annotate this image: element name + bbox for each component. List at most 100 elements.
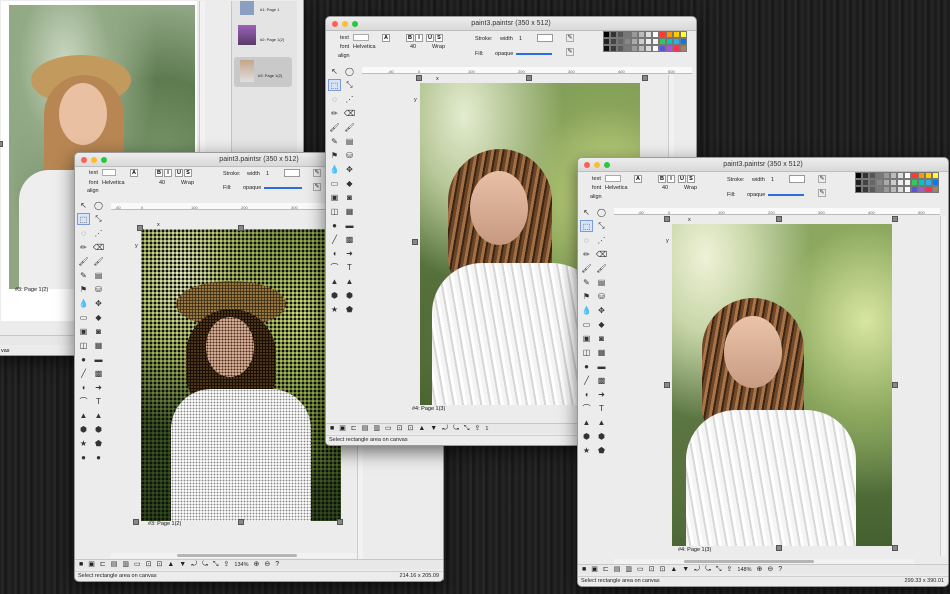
palette-swatch[interactable] xyxy=(631,45,638,52)
table-icon[interactable]: ▤ xyxy=(111,561,118,568)
minimize-button[interactable] xyxy=(91,157,97,163)
brush-icon[interactable]: 🖌 xyxy=(580,262,593,274)
palette-swatch[interactable] xyxy=(603,45,610,52)
palette-swatch[interactable] xyxy=(904,172,911,179)
halftone-hscroll[interactable] xyxy=(111,553,361,558)
triangle2-icon[interactable]: ▲ xyxy=(92,409,105,421)
lasso-icon[interactable]: ◯ xyxy=(343,65,356,77)
palette-swatch[interactable] xyxy=(925,172,932,179)
selection-handle[interactable] xyxy=(137,225,143,231)
triangle-icon[interactable]: ▲ xyxy=(328,275,341,287)
lock-icon[interactable]: ⊡ xyxy=(146,561,152,568)
text-tool-icon[interactable]: T xyxy=(343,261,356,273)
pencil-icon[interactable]: ✏ xyxy=(580,248,593,260)
triangle2-icon[interactable]: ▲ xyxy=(343,275,356,287)
selection-handle[interactable] xyxy=(892,545,898,551)
car-icon[interactable]: ▣ xyxy=(328,191,341,203)
layers-icon[interactable]: ▥ xyxy=(625,566,632,573)
marker-icon[interactable]: ✎ xyxy=(77,269,90,281)
close-button[interactable] xyxy=(332,21,338,27)
shapes-icon[interactable]: ◆ xyxy=(92,311,105,323)
lock2-icon[interactable]: ⊡ xyxy=(156,561,162,568)
palette-swatch[interactable] xyxy=(904,186,911,193)
table-icon[interactable]: ▤ xyxy=(362,425,369,432)
bucket-icon[interactable]: ⛁ xyxy=(343,149,356,161)
rect-select-icon[interactable]: ⬚ xyxy=(580,220,593,232)
down-icon[interactable]: ▼ xyxy=(179,561,186,568)
move-icon[interactable]: ✥ xyxy=(595,304,608,316)
select-arrow-icon[interactable]: ↖ xyxy=(77,199,90,211)
pencil-icon[interactable]: ✏ xyxy=(77,241,90,253)
palette-swatch[interactable] xyxy=(610,38,617,45)
palette-swatch[interactable] xyxy=(883,179,890,186)
palette-swatch[interactable] xyxy=(666,45,673,52)
selection-handle[interactable] xyxy=(238,225,244,231)
palette-swatch[interactable] xyxy=(855,186,862,193)
layers-icon[interactable]: ▥ xyxy=(122,561,129,568)
underline-button[interactable]: U xyxy=(426,34,434,42)
palette-swatch[interactable] xyxy=(890,186,897,193)
arrow-shape-icon[interactable]: ➜ xyxy=(595,388,608,400)
palette-swatch[interactable] xyxy=(659,38,666,45)
lasso-icon[interactable]: ◯ xyxy=(595,206,608,218)
magic-wand-icon[interactable]: ⋰ xyxy=(92,227,105,239)
text-tool-icon[interactable]: T xyxy=(595,402,608,414)
eyedropper2-icon[interactable]: ✎ xyxy=(818,189,826,197)
strike-button[interactable]: S xyxy=(687,175,695,183)
gradient-icon[interactable]: ▤ xyxy=(343,135,356,147)
thumb-3[interactable]: #3: Page 1(2) xyxy=(234,57,292,87)
palette-swatch[interactable] xyxy=(680,31,687,38)
hexagon2-icon[interactable]: ⬢ xyxy=(595,430,608,442)
palette-swatch[interactable] xyxy=(869,186,876,193)
layer-square-icon[interactable]: ■ xyxy=(79,561,83,568)
palette-swatch[interactable] xyxy=(603,38,610,45)
text-color-well[interactable] xyxy=(353,34,369,41)
layers-icon[interactable]: ▥ xyxy=(373,425,380,432)
table-icon[interactable]: ▤ xyxy=(614,566,621,573)
share-icon[interactable]: ⇪ xyxy=(727,566,733,573)
toggle-icon[interactable]: ▭ xyxy=(385,425,392,432)
font-style-a-button[interactable]: A xyxy=(130,169,138,177)
magic-wand-icon[interactable]: ⋰ xyxy=(343,93,356,105)
bubble-icon[interactable]: ◖ xyxy=(77,381,90,393)
palette-swatch[interactable] xyxy=(673,38,680,45)
stroke-dropdown[interactable] xyxy=(284,169,300,177)
hexagon2-icon[interactable]: ⬢ xyxy=(92,423,105,435)
triangle2-icon[interactable]: ▲ xyxy=(595,416,608,428)
brush2-icon[interactable]: 🖌 xyxy=(92,255,105,267)
hexagon2-icon[interactable]: ⬢ xyxy=(343,289,356,301)
font-style-a-button[interactable]: A xyxy=(382,34,390,42)
selection-handle[interactable] xyxy=(133,519,139,525)
palette-swatch[interactable] xyxy=(918,172,925,179)
palette-swatch[interactable] xyxy=(603,31,610,38)
strike-button[interactable]: S xyxy=(435,34,443,42)
car-icon[interactable]: ▣ xyxy=(580,332,593,344)
camera-icon[interactable]: ◙ xyxy=(595,332,608,344)
marker-icon[interactable]: ✎ xyxy=(328,135,341,147)
lock-icon[interactable]: ⊡ xyxy=(397,425,403,432)
triangle-icon[interactable]: ▲ xyxy=(77,409,90,421)
line-icon[interactable]: ╱ xyxy=(328,233,341,245)
car-icon[interactable]: ▣ xyxy=(77,325,90,337)
bubble-icon[interactable]: ◖ xyxy=(328,247,341,259)
zoom-out-icon[interactable]: ⊖ xyxy=(767,566,773,573)
close-button[interactable] xyxy=(584,162,590,168)
rect-fill-icon[interactable]: ▬ xyxy=(92,353,105,365)
zoom-in-icon[interactable]: ⊕ xyxy=(756,566,762,573)
triangle-icon[interactable]: ▲ xyxy=(580,416,593,428)
stamp-icon[interactable]: ⚑ xyxy=(328,149,341,161)
scale-icon[interactable]: ⤡ xyxy=(464,425,470,432)
palette-swatch[interactable] xyxy=(631,31,638,38)
ellipse-select-icon[interactable]: ◌ xyxy=(328,93,341,105)
gradient-icon[interactable]: ▤ xyxy=(92,269,105,281)
help-icon[interactable]: ? xyxy=(778,566,782,573)
bold-button[interactable]: B xyxy=(406,34,414,42)
italic-button[interactable]: I xyxy=(415,34,423,42)
fill-value[interactable]: opaque xyxy=(747,192,765,198)
transform-icon[interactable]: ⤡ xyxy=(595,220,608,232)
lock2-icon[interactable]: ⊡ xyxy=(659,566,665,573)
zoom-button[interactable] xyxy=(604,162,610,168)
monitor-icon[interactable]: ▭ xyxy=(580,318,593,330)
brush-icon[interactable]: 🖌 xyxy=(77,255,90,267)
underline-button[interactable]: U xyxy=(175,169,183,177)
